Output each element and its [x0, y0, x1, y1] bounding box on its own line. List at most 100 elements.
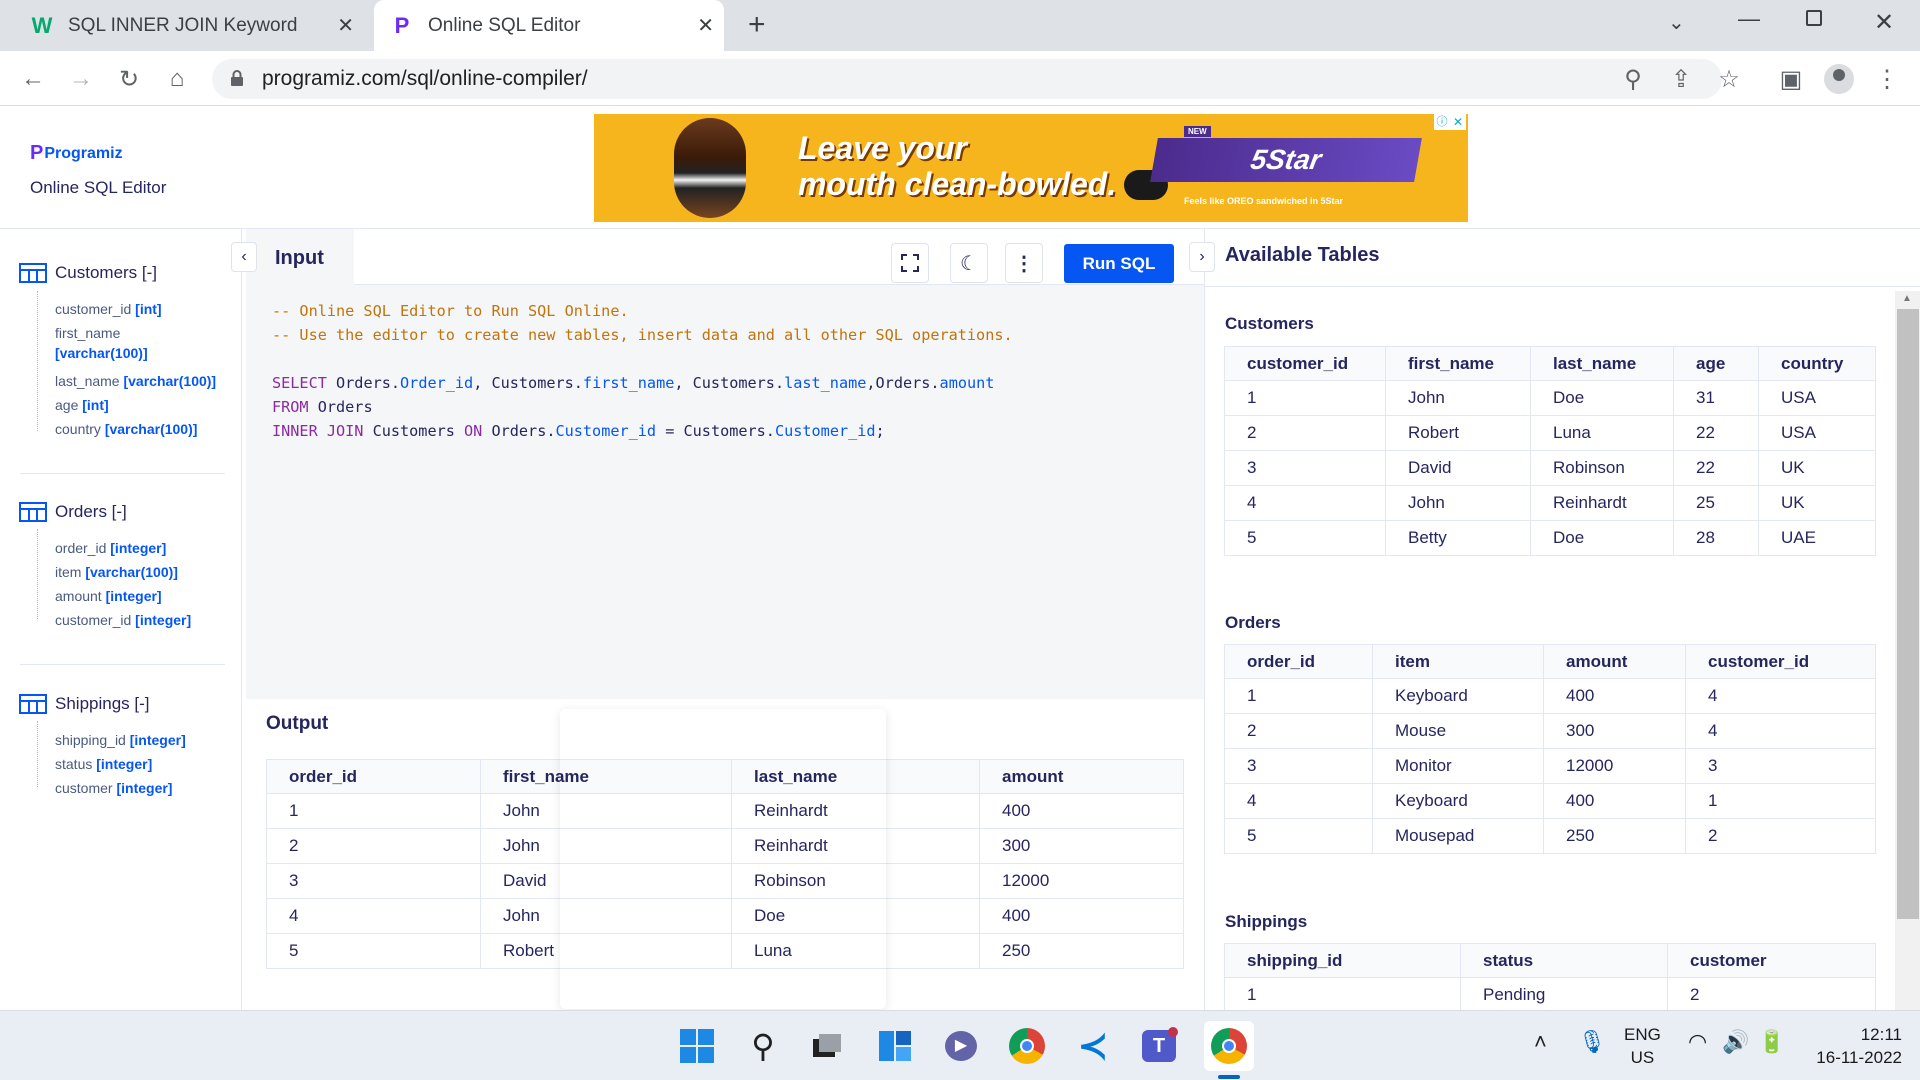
widgets-icon[interactable]	[874, 1025, 916, 1067]
search-icon[interactable]: ⚲	[742, 1025, 784, 1067]
home-icon[interactable]: ⌂	[160, 62, 194, 96]
tab-sql-inner-join[interactable]: W SQL INNER JOIN Keyword ✕	[14, 0, 364, 51]
table-row: 2 Mouse 300 4	[1224, 713, 1876, 749]
scroll-up-arrow-icon[interactable]: ▲	[1902, 293, 1912, 304]
column-header: first_name	[480, 759, 732, 794]
battery-icon[interactable]: 🔋	[1758, 1029, 1785, 1055]
forward-icon[interactable]: →	[64, 62, 98, 96]
fullscreen-button[interactable]	[891, 243, 929, 283]
show-hidden-icons[interactable]: ˄	[1534, 1029, 1547, 1055]
sql-code-editor[interactable]: -- Online SQL Editor to Run SQL Online. …	[272, 299, 1013, 443]
bookmark-star-icon[interactable]: ☆	[1712, 62, 1746, 96]
cell: 4	[1224, 485, 1386, 521]
close-tab-icon[interactable]: ✕	[697, 13, 714, 38]
column-header: status	[1460, 943, 1668, 978]
cell: USA	[1758, 415, 1876, 451]
close-tab-icon[interactable]: ✕	[337, 13, 354, 38]
sidebar-table-shippings[interactable]: Shippings [-]	[19, 694, 150, 714]
more-options-button[interactable]: ⋮	[1005, 243, 1043, 283]
vertical-dots-icon: ⋮	[1014, 252, 1034, 275]
cell: Doe	[1530, 380, 1674, 416]
cell: 4	[1685, 678, 1876, 714]
restore-icon[interactable]	[1806, 10, 1822, 26]
cell: Mousepad	[1372, 818, 1544, 854]
field-age: age [int]	[55, 397, 109, 413]
cell: John	[480, 828, 732, 864]
chrome-active-icon[interactable]	[1204, 1021, 1254, 1071]
task-view-icon[interactable]	[806, 1025, 848, 1067]
shippings-table: shipping_id status customer 1 Pending 2	[1224, 943, 1876, 1013]
table-row: 4 Keyboard 400 1	[1224, 783, 1876, 819]
side-panel-icon[interactable]: ▣	[1774, 62, 1808, 96]
cell: 2	[266, 828, 481, 864]
editor-pane: Input ☾ ⋮ Run SQL -- Online SQL Editor t…	[246, 229, 1204, 699]
tab-label: SQL INNER JOIN Keyword	[68, 14, 298, 36]
cell: 2	[1685, 818, 1876, 854]
column-header: last_name	[1530, 346, 1674, 381]
run-sql-button[interactable]: Run SQL	[1064, 244, 1174, 283]
chrome-icon[interactable]	[1006, 1025, 1048, 1067]
fullscreen-icon	[901, 254, 919, 272]
table-row: 3 David Robinson 12000	[266, 863, 1184, 899]
zoom-icon[interactable]: ⚲	[1616, 62, 1650, 96]
advertisement-banner[interactable]: Leave your mouth clean-bowled. 5Star NEW…	[594, 114, 1468, 222]
wifi-icon[interactable]: ◠	[1688, 1029, 1707, 1055]
scrollbar-thumb[interactable]	[1897, 309, 1919, 919]
lock-icon[interactable]	[230, 69, 244, 87]
field-last-name: last_name [varchar(100)]	[55, 373, 217, 389]
windows-start-icon[interactable]	[676, 1025, 718, 1067]
address-bar[interactable]: programiz.com/sql/online-compiler/	[212, 59, 1722, 99]
close-window-icon[interactable]: ✕	[1874, 8, 1894, 37]
cell: Keyboard	[1372, 678, 1544, 714]
programiz-logo[interactable]: P Programiz	[30, 142, 123, 165]
vscode-icon[interactable]: ≺	[1072, 1025, 1114, 1067]
column-header: customer	[1667, 943, 1876, 978]
cell: 300	[979, 828, 1184, 864]
cell: John	[1385, 380, 1531, 416]
microphone-icon[interactable]: 🎙	[1578, 1029, 1606, 1055]
cell: 1	[1224, 678, 1373, 714]
minimize-icon[interactable]: —	[1738, 6, 1760, 32]
system-clock[interactable]: 12:11 16-11-2022	[1802, 1023, 1902, 1069]
profile-avatar-icon[interactable]	[1822, 62, 1856, 96]
divider	[20, 664, 225, 665]
sidebar-table-customers[interactable]: Customers [-]	[19, 263, 157, 283]
tree-line	[37, 291, 38, 431]
ad-info-icon[interactable]: ⓘ	[1434, 114, 1450, 130]
dark-mode-button[interactable]: ☾	[950, 243, 988, 283]
cell: Keyboard	[1372, 783, 1544, 819]
volume-icon[interactable]: 🔊	[1722, 1029, 1749, 1055]
ad-headline-2: mouth clean-bowled.	[798, 166, 1117, 202]
clock-date: 16-11-2022	[1816, 1048, 1902, 1067]
field-status: status [integer]	[55, 756, 153, 772]
tab-search-icon[interactable]: ⌄	[1668, 10, 1685, 35]
field-country: country [varchar(100)]	[55, 421, 198, 437]
table-row: 5 Betty Doe 28 UAE	[1224, 520, 1876, 556]
tab-online-sql-editor[interactable]: P Online SQL Editor ✕	[374, 0, 724, 51]
pane-divider	[1205, 286, 1920, 287]
reload-icon[interactable]: ↻	[112, 62, 146, 96]
share-icon[interactable]: ⇪	[1664, 62, 1698, 96]
tab-input[interactable]: Input	[246, 229, 354, 285]
table-icon	[19, 502, 47, 522]
sidebar-table-orders[interactable]: Orders [-]	[19, 502, 127, 522]
cell: 5	[1224, 520, 1386, 556]
cell: 5	[1224, 818, 1373, 854]
cell: 400	[979, 793, 1184, 829]
ad-close-icon[interactable]: ✕	[1450, 114, 1466, 130]
cell: John	[1385, 485, 1531, 521]
new-tab-button[interactable]: +	[748, 8, 766, 42]
orders-table-title: Orders	[1225, 613, 1281, 632]
expand-tables-button[interactable]: ›	[1189, 242, 1215, 272]
tree-line	[37, 529, 38, 619]
teams-icon[interactable]: T	[1138, 1025, 1180, 1067]
cell: 2	[1667, 977, 1876, 1013]
language-indicator[interactable]: ENG US	[1624, 1023, 1661, 1069]
browser-menu-icon[interactable]: ⋮	[1870, 62, 1904, 96]
teams-chat-icon[interactable]: ▶	[940, 1025, 982, 1067]
collapse-sidebar-button[interactable]: ‹	[231, 242, 257, 272]
back-icon[interactable]: ←	[16, 62, 50, 96]
cell: Robert	[480, 933, 732, 969]
cell: Reinhardt	[731, 828, 980, 864]
column-header: last_name	[731, 759, 980, 794]
